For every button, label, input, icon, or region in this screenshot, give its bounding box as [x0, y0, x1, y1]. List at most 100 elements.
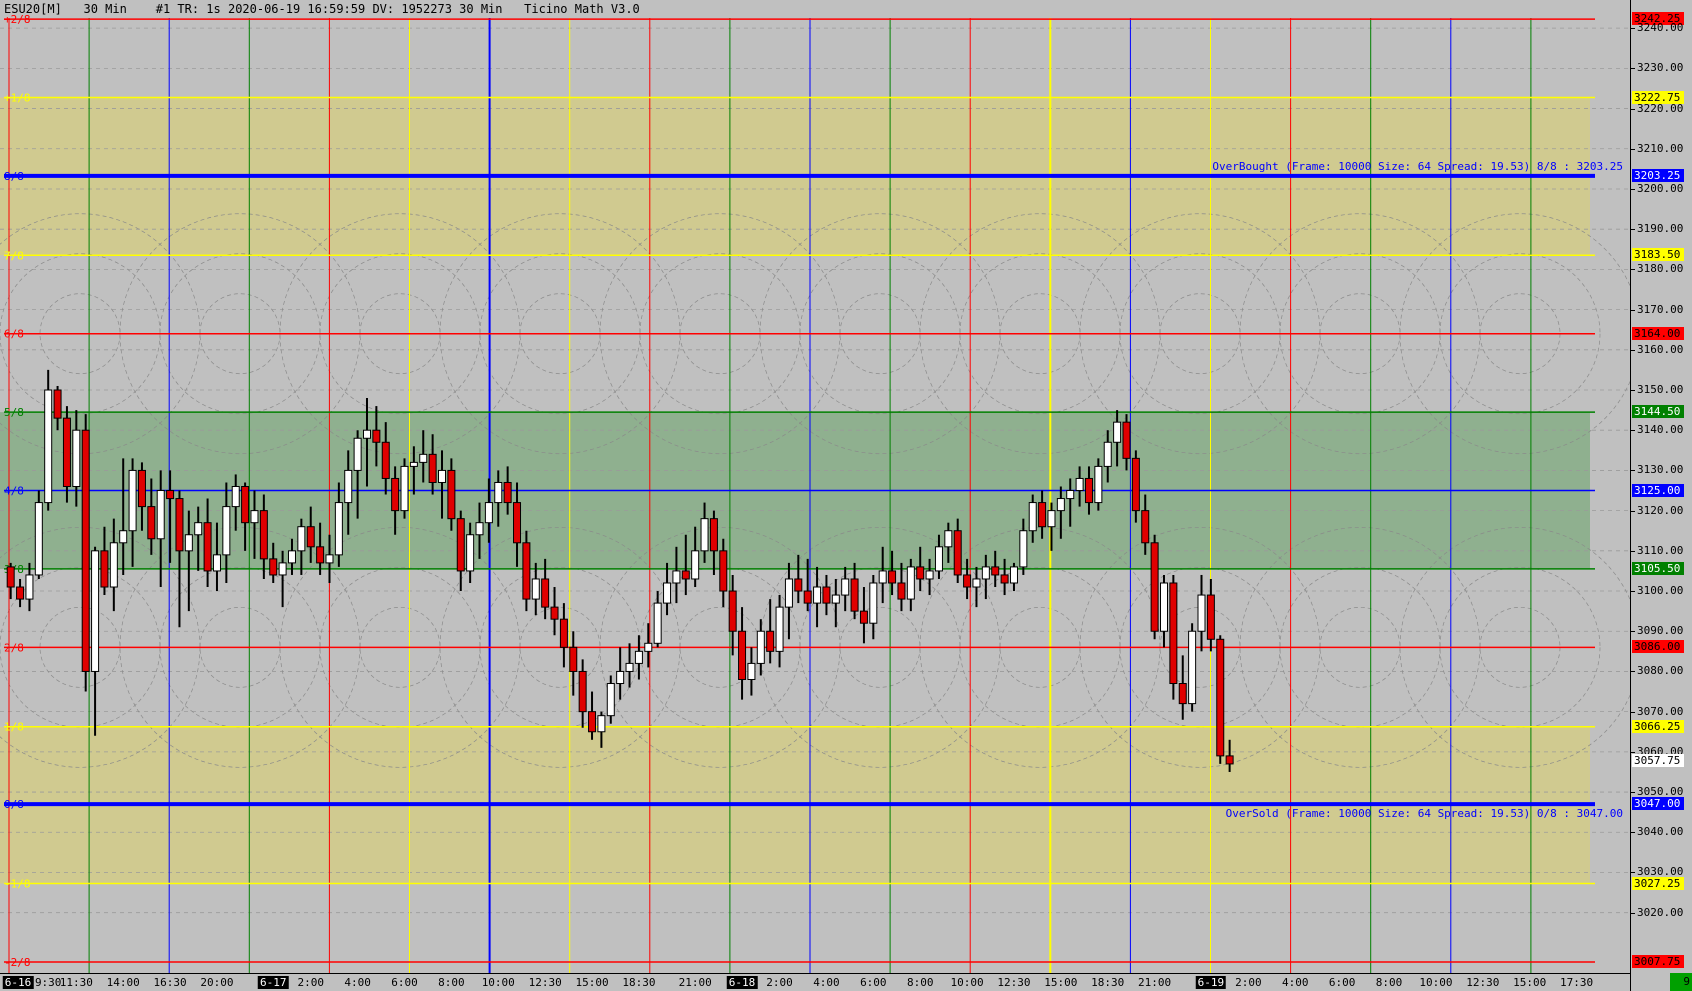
candle-body	[1150, 542, 1159, 632]
price-tick	[1631, 28, 1635, 30]
candle-body	[391, 477, 400, 512]
candle-body	[934, 546, 943, 572]
candle-body	[1131, 457, 1140, 512]
candle-body	[541, 578, 550, 608]
price-tick	[1631, 148, 1635, 150]
candle-body	[944, 530, 953, 548]
time-label: 18:30	[622, 976, 656, 989]
price-tick	[1631, 792, 1635, 794]
murrey-level-label: 7/8	[4, 249, 24, 262]
price-tick	[1631, 390, 1635, 391]
candle-body	[241, 486, 250, 524]
candle-body	[1225, 755, 1234, 765]
candle-body	[400, 465, 409, 512]
price-tick-label: 3190.00	[1637, 222, 1684, 236]
candle-body	[625, 662, 634, 672]
candle-body	[756, 630, 765, 664]
candle-body	[691, 550, 700, 580]
time-label: 21:00	[678, 976, 712, 989]
candle-body	[316, 546, 325, 564]
candle-body	[803, 590, 812, 604]
candle-body	[981, 566, 990, 580]
price-tick	[1631, 912, 1635, 914]
candle-body	[1009, 566, 1018, 584]
candle-body	[381, 441, 390, 479]
candle-body	[1047, 510, 1056, 528]
time-label: 14:00	[106, 976, 140, 989]
time-label: 8:00	[906, 976, 934, 989]
candle-body	[166, 490, 175, 500]
candle-body	[287, 550, 296, 564]
time-axis[interactable]: 6-16 9:30 11:30 14:00 16:30 20:00 6-17 2:00 4:00…	[0, 973, 1630, 991]
candle-body	[428, 453, 437, 483]
candle-body	[719, 550, 728, 592]
candle-body	[494, 481, 503, 504]
price-tick	[1631, 108, 1635, 110]
candle-body	[194, 522, 203, 536]
candle-body	[475, 522, 484, 536]
candle-body	[634, 650, 643, 664]
candle-body	[259, 510, 268, 560]
time-label: 10:00	[950, 976, 984, 989]
time-label: 6:00	[860, 976, 887, 989]
candle-body	[91, 550, 100, 672]
candle-body	[419, 453, 428, 463]
last-price-badge: 3057.75	[1632, 753, 1684, 767]
level-price-badge: 3203.25	[1632, 168, 1684, 182]
time-label: 12:30	[528, 976, 562, 989]
candle-body	[784, 578, 793, 608]
candle-body	[278, 562, 287, 576]
candle-body	[906, 566, 915, 600]
candle-body	[794, 578, 803, 592]
level-price-badge: 3125.00	[1632, 483, 1684, 497]
price-tick-label: 3130.00	[1637, 463, 1684, 477]
time-label: 2:00	[297, 976, 324, 989]
candle-body	[62, 417, 71, 488]
candle-body	[156, 490, 165, 540]
date-label: 6-17	[257, 976, 289, 989]
level-price-badge: 3027.25	[1632, 876, 1684, 890]
candle-body	[709, 518, 718, 552]
price-tick-label: 3030.00	[1637, 865, 1684, 879]
candle-body	[53, 389, 62, 419]
price-tick-label: 3170.00	[1637, 302, 1684, 316]
price-tick	[1631, 349, 1635, 351]
candle-body	[1038, 502, 1047, 528]
time-label: 8:00	[1375, 976, 1403, 989]
price-tick-label: 3160.00	[1637, 342, 1684, 356]
time-label: 9:30	[34, 976, 62, 989]
candle-body	[878, 570, 887, 584]
price-tick-label: 3210.00	[1637, 141, 1684, 155]
candle-body	[1178, 683, 1187, 705]
candle-body	[344, 469, 353, 504]
level-price-badge: 3183.50	[1632, 248, 1684, 262]
time-label: 4:00	[813, 976, 840, 989]
price-tick-label: 3220.00	[1637, 101, 1684, 115]
candle-body	[925, 570, 934, 580]
time-label: 16:30	[153, 976, 187, 989]
candle-body	[850, 578, 859, 612]
candle-body	[663, 582, 672, 604]
murrey-level-label: 5/8	[4, 406, 24, 419]
candle-body	[1094, 465, 1103, 504]
candle-body	[1019, 530, 1028, 568]
murrey-level-label: +1/8	[4, 92, 31, 105]
candle-body	[212, 554, 221, 572]
price-tick	[1631, 470, 1635, 472]
price-tick	[1631, 188, 1635, 190]
level-price-badge: 3066.25	[1632, 719, 1684, 733]
price-chart[interactable]: +2/8+1/88/87/86/85/84/83/82/81/80/8-1/8-…	[0, 0, 1630, 973]
price-tick-label: 3080.00	[1637, 664, 1684, 678]
candle-body	[231, 486, 240, 508]
candle-body	[119, 530, 128, 544]
candle-body	[175, 498, 184, 552]
candle-body	[1188, 630, 1197, 705]
candle-body	[1197, 594, 1206, 632]
candle-body	[1103, 441, 1112, 467]
price-tick-label: 3200.00	[1637, 181, 1684, 195]
price-tick-label: 3040.00	[1637, 825, 1684, 839]
price-axis[interactable]: 3242.25 3222.75 3203.25 3183.50 3164.00 3144.…	[1630, 0, 1692, 991]
candle-body	[681, 570, 690, 580]
candle-body	[128, 469, 137, 532]
price-tick	[1631, 430, 1635, 432]
